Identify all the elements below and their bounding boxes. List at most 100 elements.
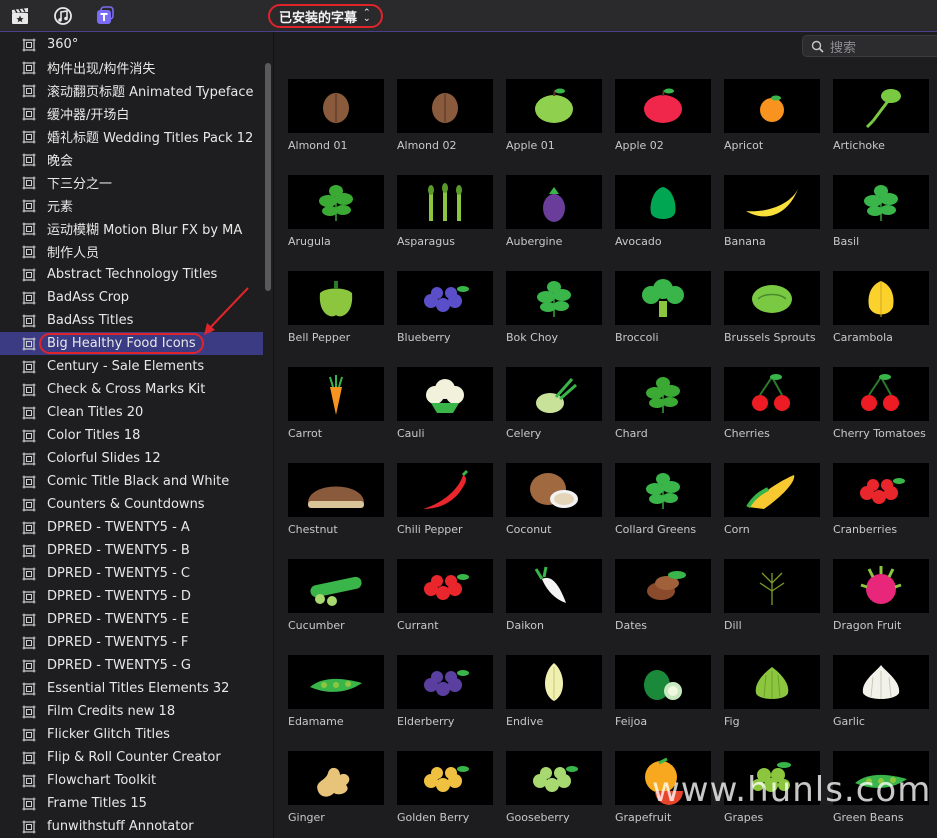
title-thumbnail[interactable] [615,271,711,325]
sidebar-item[interactable]: DPRED - TWENTY5 - C [0,562,263,585]
clapper-star-icon[interactable] [10,6,30,26]
title-thumbnail[interactable] [397,655,493,709]
title-thumbnail[interactable] [506,271,602,325]
title-thumbnail[interactable] [397,463,493,517]
music-notes-icon[interactable] [53,6,73,26]
title-thumbnail[interactable] [833,559,929,613]
title-thumbnail[interactable] [833,463,929,517]
title-tile[interactable]: Avocado [615,175,711,248]
title-tile[interactable]: Daikon [506,559,602,632]
title-tile[interactable]: Chard [615,367,711,440]
title-thumbnail[interactable] [397,79,493,133]
title-tile[interactable]: Chili Pepper [397,463,493,536]
title-thumbnail[interactable] [506,751,602,805]
title-tile[interactable]: Apple 01 [506,79,602,152]
title-tile[interactable]: Brussels Sprouts [724,271,820,344]
search-input[interactable]: 搜索 [802,35,937,57]
title-thumbnail[interactable] [724,175,820,229]
title-tile[interactable]: Fig [724,655,820,728]
title-tile[interactable]: Apricot [724,79,820,152]
title-thumbnail[interactable] [506,175,602,229]
title-thumbnail[interactable] [288,463,384,517]
title-thumbnail[interactable] [615,559,711,613]
title-tile[interactable]: Almond 02 [397,79,493,152]
title-thumbnail[interactable] [506,79,602,133]
sidebar-item[interactable]: Counters & Countdowns [0,493,263,516]
title-thumbnail[interactable] [615,655,711,709]
title-tile[interactable]: Broccoli [615,271,711,344]
title-tile[interactable]: Cucumber [288,559,384,632]
title-thumbnail[interactable] [615,175,711,229]
title-tile[interactable]: Blueberry [397,271,493,344]
title-thumbnail[interactable] [288,271,384,325]
title-tile[interactable]: Cherry Tomatoes [833,367,929,440]
title-thumbnail[interactable] [724,463,820,517]
title-thumbnail[interactable] [724,79,820,133]
title-tile[interactable]: Dill [724,559,820,632]
title-thumbnail[interactable] [506,655,602,709]
sidebar-item[interactable]: Color Titles 18 [0,424,263,447]
title-thumbnail[interactable] [397,175,493,229]
sidebar-item[interactable]: 下三分之一 [0,171,263,194]
sidebar-item[interactable]: Century - Sale Elements [0,355,263,378]
sidebar-item[interactable]: Film Credits new 18 [0,700,263,723]
title-tile[interactable]: Garlic [833,655,929,728]
title-thumbnail[interactable] [833,175,929,229]
title-thumbnail[interactable] [833,367,929,421]
title-tile[interactable]: Bell Pepper [288,271,384,344]
title-thumbnail[interactable] [288,559,384,613]
sidebar-item[interactable]: Check & Cross Marks Kit [0,378,263,401]
title-thumbnail[interactable] [397,751,493,805]
title-tile[interactable]: Bok Choy [506,271,602,344]
title-tile[interactable]: Apple 02 [615,79,711,152]
title-thumbnail[interactable] [397,271,493,325]
installed-titles-dropdown[interactable]: 已安装的字幕 ⌃ ⌄ [268,4,383,28]
title-thumbnail[interactable] [506,367,602,421]
sidebar-item[interactable]: Flicker Glitch Titles [0,723,263,746]
title-thumbnail[interactable] [397,559,493,613]
title-tile[interactable]: Aubergine [506,175,602,248]
title-thumbnail[interactable] [724,655,820,709]
sidebar-item[interactable]: Comic Title Black and White [0,470,263,493]
title-tile[interactable]: Coconut [506,463,602,536]
title-tile[interactable]: Dragon Fruit [833,559,929,632]
sidebar-item[interactable]: DPRED - TWENTY5 - F [0,631,263,654]
sidebar-item[interactable]: DPRED - TWENTY5 - G [0,654,263,677]
title-tile[interactable]: Corn [724,463,820,536]
title-tile[interactable]: Carrot [288,367,384,440]
title-thumbnail[interactable] [288,367,384,421]
sidebar-item[interactable]: Flip & Roll Counter Creator [0,746,263,769]
sidebar-item[interactable]: 元素 [0,194,263,217]
title-tile[interactable]: Collard Greens [615,463,711,536]
title-tile[interactable]: Celery [506,367,602,440]
sidebar-scrollbar[interactable] [265,63,271,291]
title-tile[interactable]: Dates [615,559,711,632]
sidebar-item[interactable]: 滚动翻页标题 Animated Typeface [0,79,263,102]
sidebar-item[interactable]: DPRED - TWENTY5 - E [0,608,263,631]
sidebar-item[interactable]: Colorful Slides 12 [0,447,263,470]
title-thumbnail[interactable] [288,175,384,229]
title-thumbnail[interactable] [288,751,384,805]
title-thumbnail[interactable] [724,271,820,325]
title-tile[interactable]: Cranberries [833,463,929,536]
title-thumbnail[interactable] [397,367,493,421]
title-tile[interactable]: Chestnut [288,463,384,536]
sidebar-item[interactable]: DPRED - TWENTY5 - D [0,585,263,608]
title-thumbnail[interactable] [615,463,711,517]
sidebar-item[interactable]: Abstract Technology Titles [0,263,263,286]
title-thumbnail[interactable] [833,79,929,133]
titles-icon[interactable] [95,6,115,26]
title-tile[interactable]: Gooseberry [506,751,602,824]
title-tile[interactable]: Ginger [288,751,384,824]
sidebar-item[interactable]: DPRED - TWENTY5 - A [0,516,263,539]
title-tile[interactable]: Edamame [288,655,384,728]
title-tile[interactable]: Asparagus [397,175,493,248]
sidebar-item[interactable]: 晚会 [0,148,263,171]
title-tile[interactable]: Banana [724,175,820,248]
title-tile[interactable]: Elderberry [397,655,493,728]
title-tile[interactable]: Golden Berry [397,751,493,824]
sidebar-item[interactable]: 构件出现/构件消失 [0,56,263,79]
title-thumbnail[interactable] [833,655,929,709]
title-thumbnail[interactable] [288,655,384,709]
title-thumbnail[interactable] [615,367,711,421]
